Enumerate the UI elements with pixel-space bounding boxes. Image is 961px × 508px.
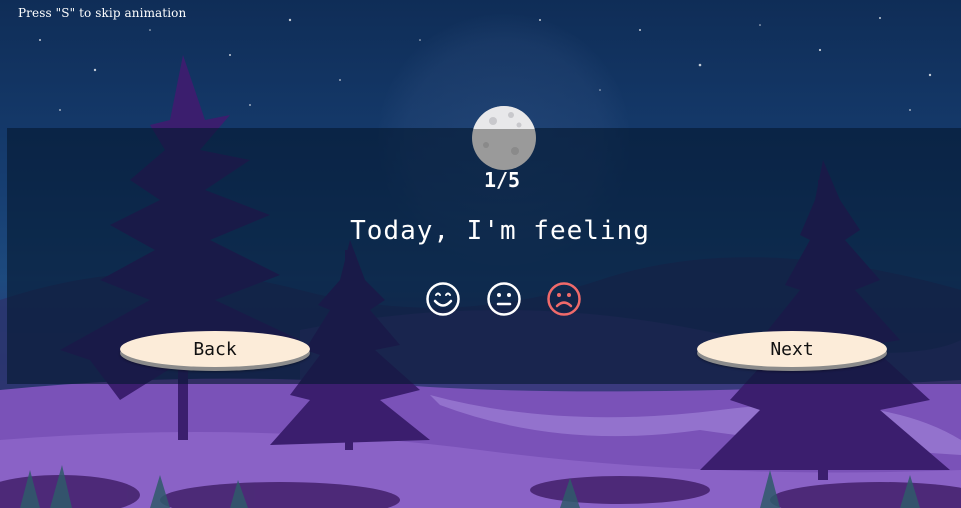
back-button[interactable]: Back	[120, 331, 310, 367]
step-counter: 1/5	[483, 168, 521, 192]
neutral-face-icon[interactable]	[486, 281, 522, 317]
moon-progress-icon	[472, 106, 536, 170]
next-button[interactable]: Next	[697, 331, 887, 367]
question-text: Today, I'm feeling	[350, 216, 650, 246]
skip-animation-hint: Press "S" to skip animation	[18, 6, 187, 20]
happy-face-icon[interactable]	[425, 281, 461, 317]
sad-face-icon[interactable]	[546, 281, 582, 317]
mood-options	[425, 281, 585, 317]
